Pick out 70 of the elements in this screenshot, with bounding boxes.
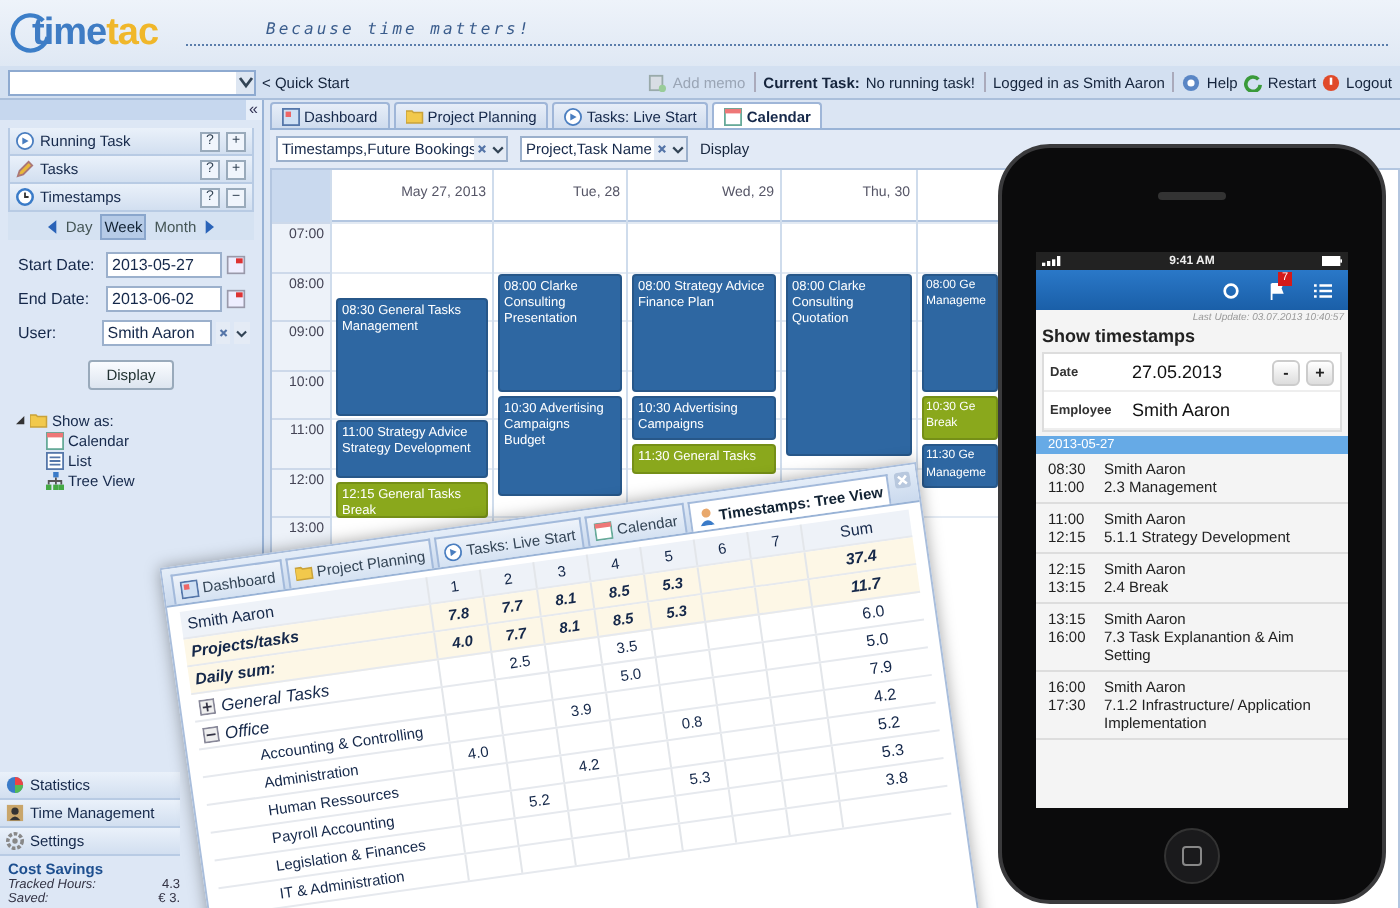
clear-icon[interactable] bbox=[215, 322, 231, 344]
stepper-button[interactable]: - bbox=[1272, 359, 1300, 385]
calendar-icon bbox=[724, 107, 743, 125]
page-title: Show timestamps bbox=[1040, 326, 1198, 350]
expand-arrow-icon[interactable] bbox=[16, 416, 26, 426]
tree-row-label[interactable]: Office bbox=[223, 715, 271, 742]
dropdown-caret-icon[interactable] bbox=[234, 322, 251, 344]
play-icon bbox=[564, 107, 583, 125]
table-cell: 3.8 bbox=[884, 768, 910, 790]
table-cell: 5.3 bbox=[880, 740, 906, 762]
expand-toggle-icon[interactable] bbox=[201, 724, 220, 743]
table-cell: 6.0 bbox=[861, 601, 886, 623]
logout-icon[interactable] bbox=[1322, 73, 1341, 91]
signal-icon bbox=[1042, 256, 1062, 266]
field-label: Start Date: bbox=[18, 256, 97, 274]
pencil-icon bbox=[16, 160, 34, 178]
table-cell: 7.9 bbox=[868, 657, 894, 679]
dropdown-caret-icon[interactable] bbox=[236, 71, 254, 93]
tagline: Because time matters! bbox=[266, 20, 532, 38]
play-icon bbox=[443, 541, 464, 562]
folder-icon bbox=[30, 412, 48, 430]
clear-icon[interactable] bbox=[474, 138, 490, 160]
restart-icon[interactable] bbox=[1243, 73, 1262, 91]
dropdown-caret-icon[interactable] bbox=[670, 138, 686, 160]
previous-icon[interactable] bbox=[47, 219, 58, 233]
table-cell: 5.2 bbox=[876, 712, 902, 734]
field-label: User: bbox=[18, 324, 59, 342]
date-picker-icon[interactable] bbox=[226, 288, 246, 310]
tree-structure-icon bbox=[46, 472, 64, 490]
list-icon bbox=[46, 452, 64, 470]
table-cell: 11.7 bbox=[849, 574, 882, 597]
help-icon[interactable] bbox=[1182, 73, 1201, 91]
pie-chart-icon bbox=[6, 776, 24, 794]
home-button[interactable] bbox=[1164, 828, 1220, 884]
clear-icon[interactable] bbox=[654, 138, 670, 160]
dashboard-icon bbox=[179, 578, 200, 599]
table-cell: 37.4 bbox=[844, 546, 878, 569]
quick-start-select[interactable] bbox=[8, 69, 256, 95]
folder-icon bbox=[405, 107, 424, 125]
collapse-button[interactable]: « bbox=[245, 100, 262, 120]
employee-name: Smith Aaron bbox=[186, 602, 275, 633]
refresh-icon[interactable] bbox=[1222, 281, 1240, 299]
next-icon[interactable] bbox=[204, 219, 215, 233]
play-icon bbox=[16, 132, 34, 150]
date-field[interactable]: 27.05.2013 bbox=[1132, 362, 1266, 382]
dropdown-caret-icon[interactable] bbox=[490, 138, 506, 160]
clock-icon bbox=[16, 188, 34, 206]
logo: timetac bbox=[32, 11, 159, 55]
battery-icon bbox=[1321, 256, 1342, 266]
field-label: End Date: bbox=[18, 290, 92, 308]
menu-icon[interactable] bbox=[1314, 281, 1332, 299]
input-field[interactable]: Smith Aaron bbox=[101, 320, 212, 346]
employee-field[interactable]: Smith Aaron bbox=[1132, 400, 1334, 420]
person-icon bbox=[6, 804, 24, 822]
flag-icon[interactable] bbox=[1268, 281, 1286, 299]
table-cell: 4.2 bbox=[872, 685, 898, 707]
expand-toggle-icon[interactable] bbox=[198, 697, 217, 716]
stepper-button[interactable]: + bbox=[1306, 359, 1334, 385]
date-picker-icon[interactable] bbox=[226, 254, 246, 276]
calendar-icon bbox=[46, 432, 64, 450]
folder-icon bbox=[293, 562, 314, 583]
dashboard-icon bbox=[282, 107, 300, 125]
input-field[interactable]: 2013-05-27 bbox=[106, 252, 222, 278]
person-icon bbox=[695, 505, 717, 526]
row-label: Daily sum: bbox=[192, 657, 279, 690]
gear-icon bbox=[6, 832, 24, 850]
calendar-icon bbox=[594, 519, 615, 541]
table-cell: 5.0 bbox=[865, 629, 890, 651]
row-label: Projects/tasks bbox=[190, 627, 303, 662]
input-field[interactable]: 2013-06-02 bbox=[106, 286, 222, 312]
